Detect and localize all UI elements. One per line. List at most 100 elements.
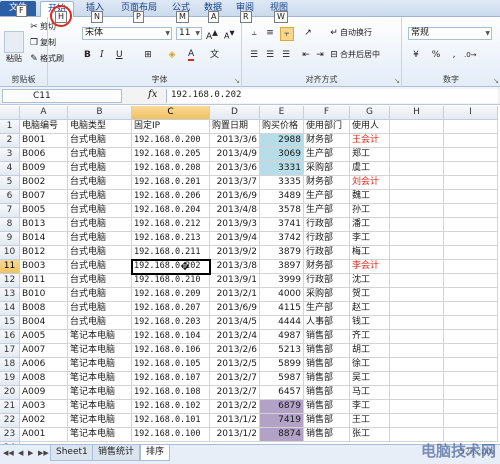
- cell-h12[interactable]: [390, 274, 444, 288]
- cell-i9[interactable]: [444, 232, 498, 246]
- row-header-1[interactable]: 1: [0, 120, 20, 134]
- cell-c8[interactable]: 192.168.0.212: [132, 218, 210, 232]
- cell-c22[interactable]: 192.168.0.101: [132, 414, 210, 428]
- merge-center-button[interactable]: ⊟ 合并后居中: [328, 49, 380, 61]
- cell-h5[interactable]: [390, 176, 444, 190]
- cell-a12[interactable]: B011: [20, 274, 68, 288]
- cell-g4[interactable]: 虞工: [350, 162, 390, 176]
- cell-f7[interactable]: 生产部: [304, 204, 350, 218]
- cell-h20[interactable]: [390, 386, 444, 400]
- cell-d13[interactable]: 2013/2/1: [210, 288, 260, 302]
- cell-a23[interactable]: A001: [20, 428, 68, 442]
- cell-a2[interactable]: B001: [20, 134, 68, 148]
- cell-f11[interactable]: 财务部: [304, 260, 350, 274]
- cell-e5[interactable]: 3335: [260, 176, 304, 190]
- align-right-button[interactable]: ☰: [280, 49, 292, 61]
- cell-d11[interactable]: 2013/3/8: [210, 260, 260, 274]
- row-header-4[interactable]: 4: [0, 162, 20, 176]
- sheet-tab-sort[interactable]: 排序: [140, 445, 171, 461]
- cell-e23[interactable]: 8874: [260, 428, 304, 442]
- row-header-22[interactable]: 22: [0, 414, 20, 428]
- cell-c6[interactable]: 192.168.0.206: [132, 190, 210, 204]
- cell-a11[interactable]: B003: [20, 260, 68, 274]
- cell-f3[interactable]: 生产部: [304, 148, 350, 162]
- row-header-15[interactable]: 15: [0, 316, 20, 330]
- cell-h8[interactable]: [390, 218, 444, 232]
- cell-b12[interactable]: 台式电脑: [68, 274, 132, 288]
- cell-h1[interactable]: [390, 120, 444, 134]
- cell-g7[interactable]: 孙工: [350, 204, 390, 218]
- orientation-button[interactable]: ↗: [302, 27, 314, 39]
- cell-h22[interactable]: [390, 414, 444, 428]
- cell-c12[interactable]: 192.168.0.210: [132, 274, 210, 288]
- cell-a1[interactable]: 电脑编号: [20, 120, 68, 134]
- cell-b11[interactable]: 台式电脑: [68, 260, 132, 274]
- cell-f18[interactable]: 销售部: [304, 358, 350, 372]
- sheet-tab-sheet1[interactable]: Sheet1: [50, 445, 94, 461]
- cell-c4[interactable]: 192.168.0.208: [132, 162, 210, 176]
- cell-e13[interactable]: 4000: [260, 288, 304, 302]
- cell-c21[interactable]: 192.168.0.102: [132, 400, 210, 414]
- cell-g23[interactable]: 张工: [350, 428, 390, 442]
- cell-a21[interactable]: A003: [20, 400, 68, 414]
- cell-e19[interactable]: 5987: [260, 372, 304, 386]
- align-bottom-button[interactable]: ⫟: [280, 27, 294, 41]
- row-header-16[interactable]: 16: [0, 330, 20, 344]
- cell-i20[interactable]: [444, 386, 498, 400]
- cell-f6[interactable]: 生产部: [304, 190, 350, 204]
- cell-f20[interactable]: 销售部: [304, 386, 350, 400]
- cell-d4[interactable]: 2013/3/6: [210, 162, 260, 176]
- cell-h16[interactable]: [390, 330, 444, 344]
- grow-font-button[interactable]: A▲: [206, 27, 218, 43]
- cell-b15[interactable]: 台式电脑: [68, 316, 132, 330]
- cell-f4[interactable]: 采购部: [304, 162, 350, 176]
- column-header-h[interactable]: H: [390, 106, 444, 120]
- cell-g15[interactable]: 钱工: [350, 316, 390, 330]
- cell-b9[interactable]: 台式电脑: [68, 232, 132, 246]
- cell-c7[interactable]: 192.168.0.204: [132, 204, 210, 218]
- cell-d5[interactable]: 2013/3/7: [210, 176, 260, 190]
- cell-e16[interactable]: 4987: [260, 330, 304, 344]
- cell-a10[interactable]: B012: [20, 246, 68, 260]
- dialog-launcher-icon[interactable]: ↘: [234, 77, 240, 85]
- cell-a22[interactable]: A002: [20, 414, 68, 428]
- align-middle-button[interactable]: ≡: [264, 27, 276, 39]
- cell-b1[interactable]: 电脑类型: [68, 120, 132, 134]
- align-center-button[interactable]: ☰: [264, 49, 276, 61]
- chevron-down-icon[interactable]: ▼: [485, 28, 490, 39]
- cell-c16[interactable]: 192.168.0.104: [132, 330, 210, 344]
- cell-a9[interactable]: B014: [20, 232, 68, 246]
- cell-h18[interactable]: [390, 358, 444, 372]
- cell-a15[interactable]: B004: [20, 316, 68, 330]
- cell-g20[interactable]: 马工: [350, 386, 390, 400]
- cell-h13[interactable]: [390, 288, 444, 302]
- cell-f22[interactable]: 销售部: [304, 414, 350, 428]
- shrink-font-button[interactable]: A▼: [224, 27, 235, 43]
- cell-g16[interactable]: 齐工: [350, 330, 390, 344]
- cell-h9[interactable]: [390, 232, 444, 246]
- cell-b4[interactable]: 台式电脑: [68, 162, 132, 176]
- cell-b3[interactable]: 台式电脑: [68, 148, 132, 162]
- cell-c20[interactable]: 192.168.0.108: [132, 386, 210, 400]
- cell-e21[interactable]: 6879: [260, 400, 304, 414]
- dialog-launcher-icon[interactable]: ↘: [394, 77, 400, 85]
- cell-a5[interactable]: B002: [20, 176, 68, 190]
- cell-d2[interactable]: 2013/3/6: [210, 134, 260, 148]
- cell-b22[interactable]: 笔记本电脑: [68, 414, 132, 428]
- column-header-d[interactable]: D: [210, 106, 260, 120]
- cell-b8[interactable]: 台式电脑: [68, 218, 132, 232]
- cell-g14[interactable]: 赵工: [350, 302, 390, 316]
- cell-b13[interactable]: 台式电脑: [68, 288, 132, 302]
- cell-b14[interactable]: 台式电脑: [68, 302, 132, 316]
- cell-d14[interactable]: 2013/6/9: [210, 302, 260, 316]
- row-header-11[interactable]: 11: [0, 260, 20, 274]
- cell-b18[interactable]: 笔记本电脑: [68, 358, 132, 372]
- cell-c9[interactable]: 192.168.0.213: [132, 232, 210, 246]
- cell-e15[interactable]: 4444: [260, 316, 304, 330]
- cell-e22[interactable]: 7419: [260, 414, 304, 428]
- cell-i18[interactable]: [444, 358, 498, 372]
- cell-g1[interactable]: 使用人: [350, 120, 390, 134]
- cell-g13[interactable]: 贺工: [350, 288, 390, 302]
- wrap-text-button[interactable]: ↵ 自动换行: [328, 27, 372, 39]
- copy-button[interactable]: ❐ 复制: [28, 37, 56, 49]
